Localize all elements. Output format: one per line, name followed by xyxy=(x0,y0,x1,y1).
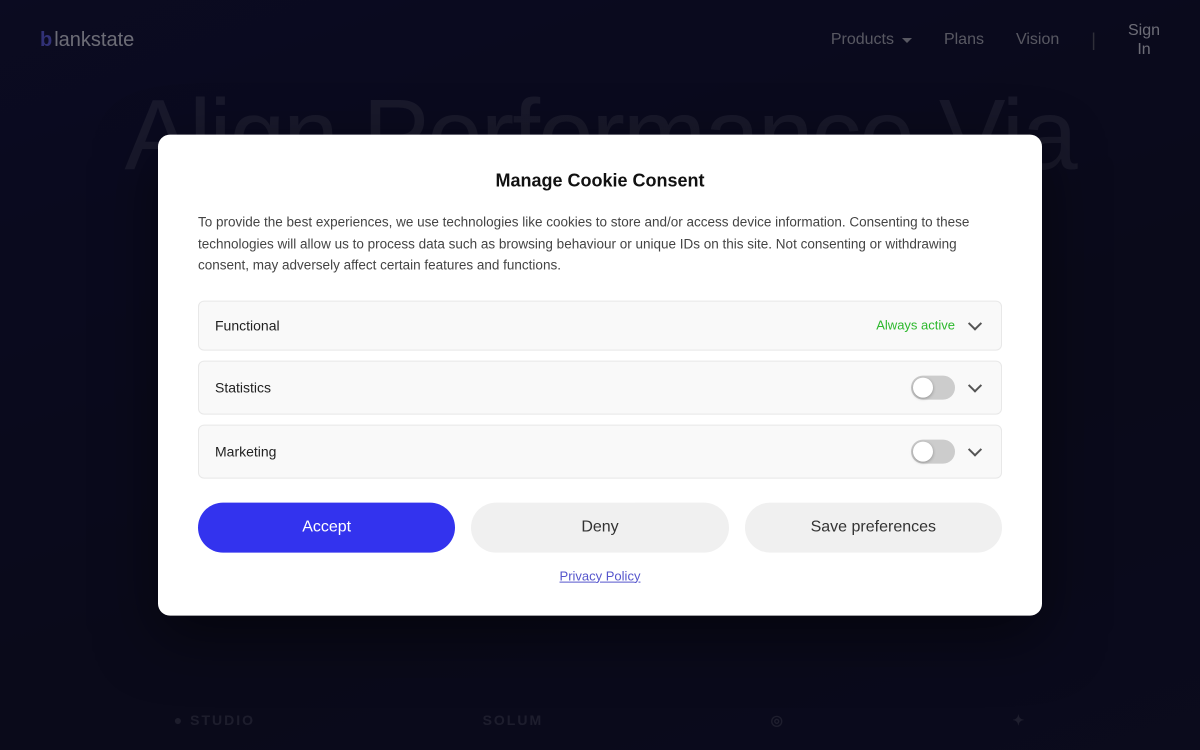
consent-row-statistics[interactable]: Statistics xyxy=(198,360,1002,414)
statistics-right xyxy=(911,375,985,399)
marketing-label: Marketing xyxy=(215,443,276,459)
consent-row-functional[interactable]: Functional Always active xyxy=(198,300,1002,350)
functional-chevron-icon[interactable] xyxy=(965,315,985,335)
statistics-toggle[interactable] xyxy=(911,375,955,399)
deny-button[interactable]: Deny xyxy=(471,502,728,552)
statistics-label: Statistics xyxy=(215,379,271,395)
cookie-consent-modal: Manage Cookie Consent To provide the bes… xyxy=(158,135,1042,616)
consent-row-marketing[interactable]: Marketing xyxy=(198,424,1002,478)
marketing-toggle[interactable] xyxy=(911,439,955,463)
accept-button[interactable]: Accept xyxy=(198,502,455,552)
modal-title: Manage Cookie Consent xyxy=(198,171,1002,192)
functional-label: Functional xyxy=(215,317,280,333)
statistics-chevron-icon[interactable] xyxy=(965,377,985,397)
always-active-text: Always active xyxy=(876,318,955,333)
save-preferences-button[interactable]: Save preferences xyxy=(745,502,1002,552)
functional-right: Always active xyxy=(876,315,985,335)
marketing-chevron-icon[interactable] xyxy=(965,441,985,461)
privacy-policy-link[interactable]: Privacy Policy xyxy=(198,568,1002,583)
modal-buttons: Accept Deny Save preferences xyxy=(198,502,1002,552)
marketing-right xyxy=(911,439,985,463)
modal-description: To provide the best experiences, we use … xyxy=(198,212,1002,277)
